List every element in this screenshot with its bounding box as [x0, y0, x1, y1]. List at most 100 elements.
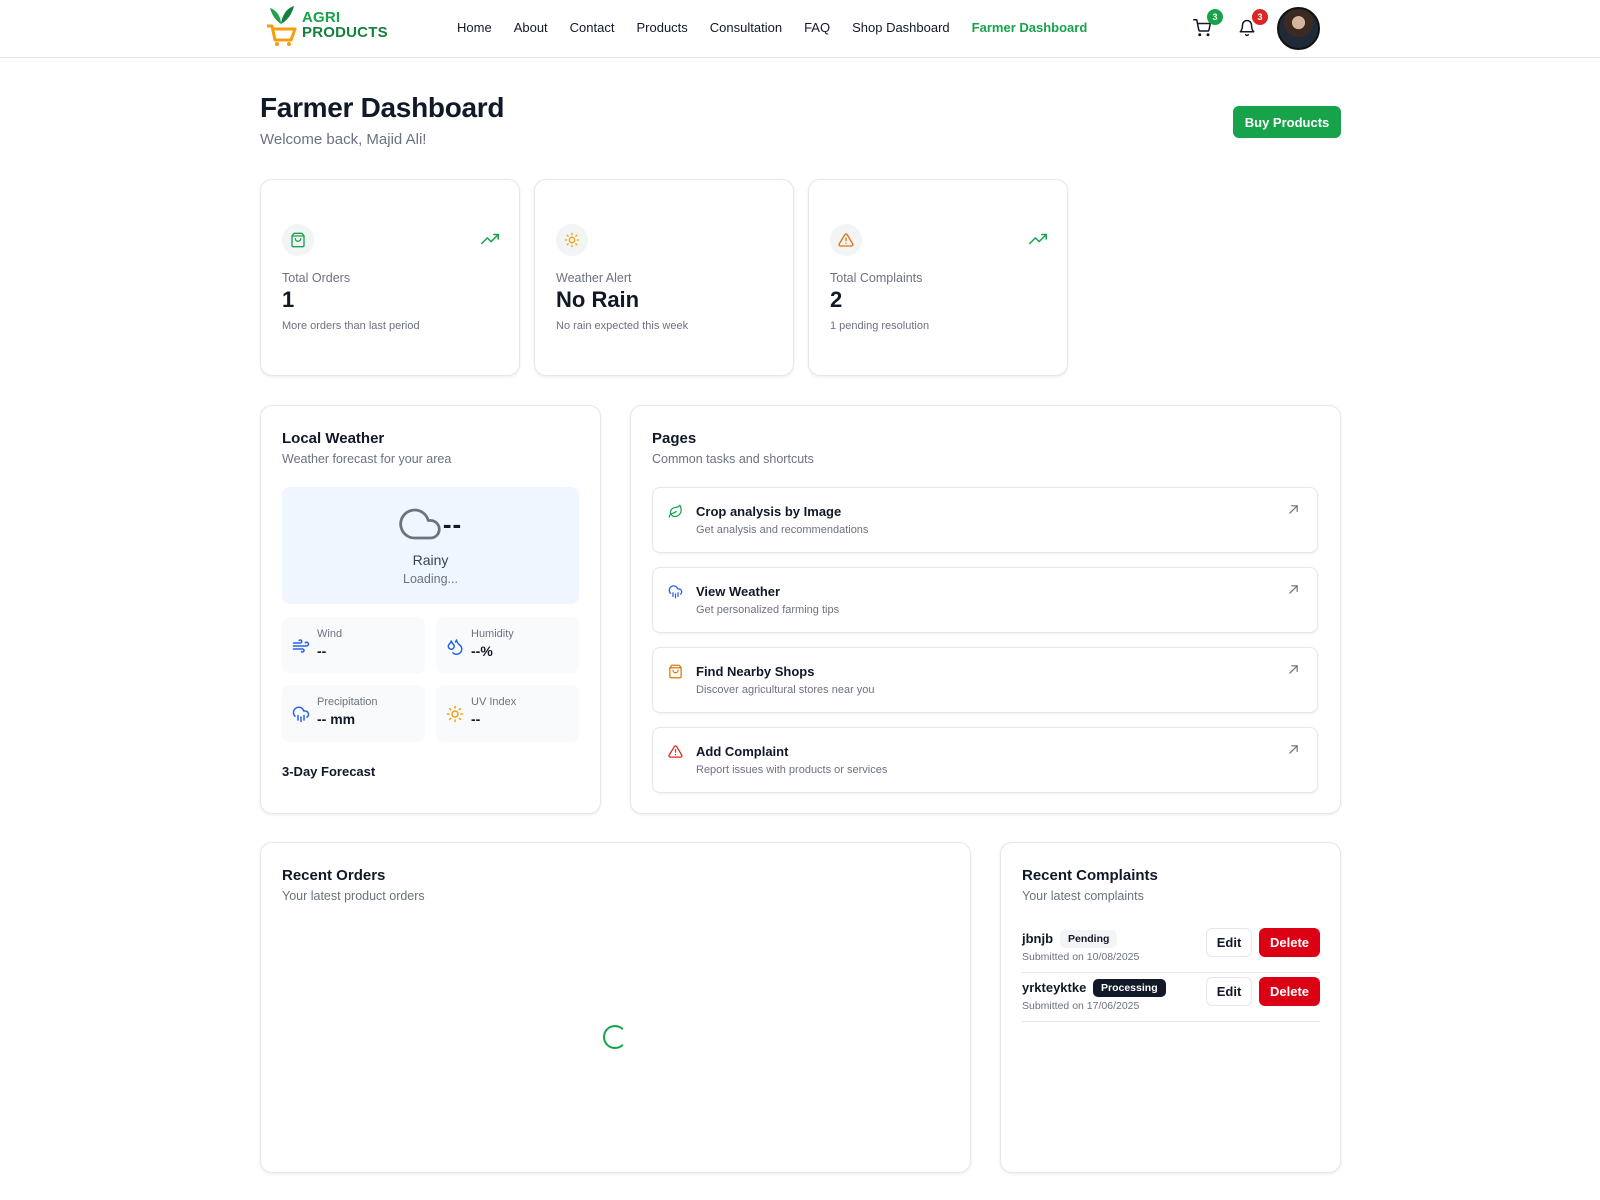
complaint-item: yrkteyktke Processing Submitted on 17/06… [1022, 973, 1320, 1022]
wind-icon [292, 639, 310, 653]
metric-value: --% [471, 643, 493, 659]
shortcut-description: Get analysis and recommendations [696, 524, 869, 536]
complaint-title: yrkteyktke [1022, 980, 1087, 995]
temperature: -- [442, 508, 463, 539]
shortcut-find-shops[interactable]: Find Nearby Shops Discover agricultural … [652, 647, 1318, 713]
shopping-bag-icon [669, 664, 682, 679]
panel-subtitle: Common tasks and shortcuts [652, 452, 814, 466]
current-weather: -- Rainy Loading... [282, 487, 579, 604]
navbar: AGRI PRODUCTS Home About Contact Product… [0, 0, 1600, 58]
complaint-item: jbnjb Pending Submitted on 10/08/2025 Ed… [1022, 924, 1320, 973]
panel-subtitle: Weather forecast for your area [282, 452, 452, 466]
droplets-icon [447, 639, 463, 655]
wind-metric: Wind -- [282, 617, 425, 674]
trending-up-icon [1029, 233, 1047, 245]
metric-label: Wind [317, 628, 343, 640]
panel-subtitle: Your latest complaints [1022, 889, 1144, 903]
nav-shop-dashboard[interactable]: Shop Dashboard [852, 20, 950, 35]
shortcut-title: Add Complaint [696, 744, 789, 759]
sun-icon [564, 232, 580, 248]
metric-label: Humidity [471, 628, 514, 640]
stat-value: No Rain [556, 287, 640, 312]
arrow-up-right-icon [1289, 505, 1298, 514]
edit-complaint-button[interactable]: Edit [1206, 977, 1252, 1006]
shortcut-description: Report issues with products or services [696, 764, 888, 776]
nav-home[interactable]: Home [457, 20, 492, 35]
brand-logo[interactable]: AGRI PRODUCTS [264, 4, 388, 46]
precipitation-metric: Precipitation -- mm [282, 685, 425, 742]
nav-farmer-dashboard[interactable]: Farmer Dashboard [972, 20, 1088, 35]
metric-label: Precipitation [317, 696, 378, 708]
metric-value: -- mm [317, 711, 356, 727]
cloud-rain-icon [292, 706, 310, 723]
delete-complaint-button[interactable]: Delete [1259, 977, 1320, 1006]
complaint-title: jbnjb [1022, 931, 1054, 946]
metric-value: -- [471, 711, 481, 727]
shortcut-crop-analysis[interactable]: Crop analysis by Image Get analysis and … [652, 487, 1318, 553]
shortcut-description: Get personalized farming tips [696, 604, 840, 616]
panel-title: Recent Orders [282, 867, 386, 884]
humidity-metric: Humidity --% [436, 617, 579, 674]
shortcut-title: Crop analysis by Image [696, 504, 842, 519]
leaf-icon [668, 504, 682, 518]
notifications-button[interactable]: 3 [1236, 9, 1268, 39]
stat-note: No rain expected this week [556, 320, 689, 332]
user-avatar[interactable] [1277, 7, 1320, 50]
buy-products-button[interactable]: Buy Products [1233, 106, 1341, 138]
cloud-rain-icon [668, 585, 683, 599]
total-orders-card: Total Orders 1 More orders than last per… [260, 179, 520, 376]
nav-contact[interactable]: Contact [570, 20, 615, 35]
complaint-date: Submitted on 10/08/2025 [1022, 951, 1140, 963]
stat-note: More orders than last period [282, 320, 420, 332]
loading-spinner [603, 1025, 627, 1049]
recent-complaints-panel: Recent Complaints Your latest complaints… [1000, 842, 1341, 1173]
metric-value: -- [317, 643, 327, 659]
status-badge: Pending [1060, 930, 1118, 948]
sun-icon [446, 705, 464, 723]
nav-faq[interactable]: FAQ [804, 20, 830, 35]
brand-line-1: AGRI [302, 9, 341, 26]
stat-note: 1 pending resolution [830, 320, 930, 332]
uv-index-metric: UV Index -- [436, 685, 579, 742]
nav-products[interactable]: Products [636, 20, 687, 35]
recent-orders-panel: Recent Orders Your latest product orders [260, 842, 971, 1173]
stat-label: Total Orders [282, 271, 351, 285]
weather-status: Loading... [403, 572, 458, 586]
shopping-bag-icon [291, 232, 305, 248]
shortcut-add-complaint[interactable]: Add Complaint Report issues with product… [652, 727, 1318, 793]
panel-title: Recent Complaints [1022, 867, 1158, 884]
alert-triangle-icon [668, 745, 683, 758]
page-title: Farmer Dashboard [260, 92, 505, 123]
arrow-up-right-icon [1289, 585, 1298, 594]
arrow-up-right-icon [1289, 745, 1298, 754]
shortcut-view-weather[interactable]: View Weather Get personalized farming ti… [652, 567, 1318, 633]
delete-complaint-button[interactable]: Delete [1259, 928, 1320, 957]
shortcut-title: View Weather [696, 584, 781, 599]
nav-about[interactable]: About [514, 20, 548, 35]
brand-line-2: PRODUCTS [302, 24, 388, 41]
shortcut-description: Discover agricultural stores near you [696, 684, 875, 696]
edit-complaint-button[interactable]: Edit [1206, 928, 1252, 957]
local-weather-panel: Local Weather Weather forecast for your … [260, 405, 601, 814]
nav-links: Home About Contact Products Consultation… [457, 20, 1109, 35]
nav-consultation[interactable]: Consultation [710, 20, 782, 35]
total-complaints-card: Total Complaints 2 1 pending resolution [808, 179, 1068, 376]
cart-button[interactable]: 3 [1191, 9, 1223, 39]
status-badge: Processing [1093, 979, 1166, 997]
notification-count-badge: 3 [1252, 9, 1268, 25]
stat-label: Total Complaints [830, 271, 923, 285]
forecast-title: 3-Day Forecast [282, 764, 376, 779]
weather-condition: Rainy [412, 552, 449, 568]
metric-label: UV Index [471, 696, 517, 708]
welcome-message: Welcome back, Majid Ali! [260, 131, 427, 148]
trending-up-icon [481, 233, 499, 245]
shortcut-title: Find Nearby Shops [696, 664, 815, 679]
arrow-up-right-icon [1289, 665, 1298, 674]
panel-title: Local Weather [282, 430, 385, 447]
alert-triangle-icon [838, 233, 854, 247]
cart-count-badge: 3 [1207, 9, 1223, 25]
logo-icon [267, 6, 297, 46]
complaint-date: Submitted on 17/06/2025 [1022, 1000, 1140, 1012]
stat-value: 1 [282, 287, 295, 312]
weather-alert-card: Weather Alert No Rain No rain expected t… [534, 179, 794, 376]
